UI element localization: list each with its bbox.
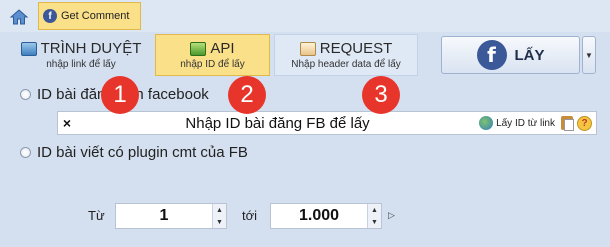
from-down-icon[interactable]: ▼ [213, 216, 226, 228]
to-stepper-arrows[interactable]: ▲ ▼ [367, 204, 381, 228]
post-id-input[interactable]: × Nhập ID bài đăng FB để lấy Lấy ID từ l… [57, 111, 597, 135]
request-mode-button[interactable]: REQUEST Nhập header data để lấy [274, 34, 418, 76]
radio-plugin-post-id[interactable] [20, 147, 31, 158]
get-id-from-link-button[interactable]: Lấy ID từ link [479, 116, 555, 130]
post-id-placeholder[interactable]: Nhập ID bài đăng FB để lấy [76, 115, 479, 132]
from-up-icon[interactable]: ▲ [213, 204, 226, 216]
chevron-down-icon: ▼ [585, 50, 593, 60]
facebook-icon: f [43, 9, 57, 23]
browser-mode-subtitle: nhập link để lấy [46, 59, 116, 70]
to-stepper[interactable]: 1.000 ▲ ▼ [270, 203, 382, 229]
browser-mode-button[interactable]: TRÌNH DUYỆT nhập link để lấy [10, 34, 152, 76]
fetch-button[interactable]: f LẤY [441, 36, 580, 74]
step-badge-2: 2 [228, 76, 266, 114]
facebook-logo-icon: f [476, 40, 507, 70]
to-value[interactable]: 1.000 [271, 207, 367, 225]
home-button[interactable] [4, 4, 34, 30]
step-badge-3: 3 [362, 76, 400, 114]
get-id-from-link-label: Lấy ID từ link [496, 117, 555, 129]
request-icon [299, 41, 316, 56]
tab-get-comment-label: Get Comment [61, 10, 130, 22]
fetch-button-label: LẤY [514, 46, 545, 64]
globe-icon [479, 116, 494, 130]
option-plugin-post-id[interactable]: ID bài viết có plugin cmt của FB [20, 144, 248, 161]
to-up-icon[interactable]: ▲ [368, 204, 381, 216]
api-mode-subtitle: nhập ID để lấy [180, 59, 245, 70]
request-mode-subtitle: Nhập header data để lấy [291, 59, 401, 70]
help-icon[interactable]: ? [577, 115, 592, 131]
api-cube-icon [190, 41, 207, 56]
to-label: tới [242, 208, 258, 223]
fetch-dropdown-button[interactable]: ▼ [582, 36, 596, 74]
api-mode-button[interactable]: API nhập ID để lấy [155, 34, 270, 76]
browser-icon [20, 41, 37, 56]
home-icon [9, 9, 29, 25]
browser-mode-title: TRÌNH DUYỆT [40, 40, 142, 57]
clipboard-icon[interactable] [561, 116, 574, 131]
clear-icon[interactable]: × [58, 115, 76, 131]
tab-get-comment[interactable]: f Get Comment [38, 2, 141, 30]
from-label: Từ [88, 208, 105, 223]
option-plugin-post-id-label: ID bài viết có plugin cmt của FB [37, 144, 248, 161]
from-stepper[interactable]: 1 ▲ ▼ [115, 203, 227, 229]
top-toolbar: f Get Comment [0, 0, 610, 32]
radio-facebook-post-id[interactable] [20, 89, 31, 100]
request-mode-title: REQUEST [319, 40, 393, 57]
from-stepper-arrows[interactable]: ▲ ▼ [212, 204, 226, 228]
play-icon[interactable]: ▷ [388, 210, 395, 221]
to-down-icon[interactable]: ▼ [368, 216, 381, 228]
step-badge-1: 1 [101, 76, 139, 114]
from-value[interactable]: 1 [116, 207, 212, 225]
api-mode-title: API [210, 40, 235, 57]
